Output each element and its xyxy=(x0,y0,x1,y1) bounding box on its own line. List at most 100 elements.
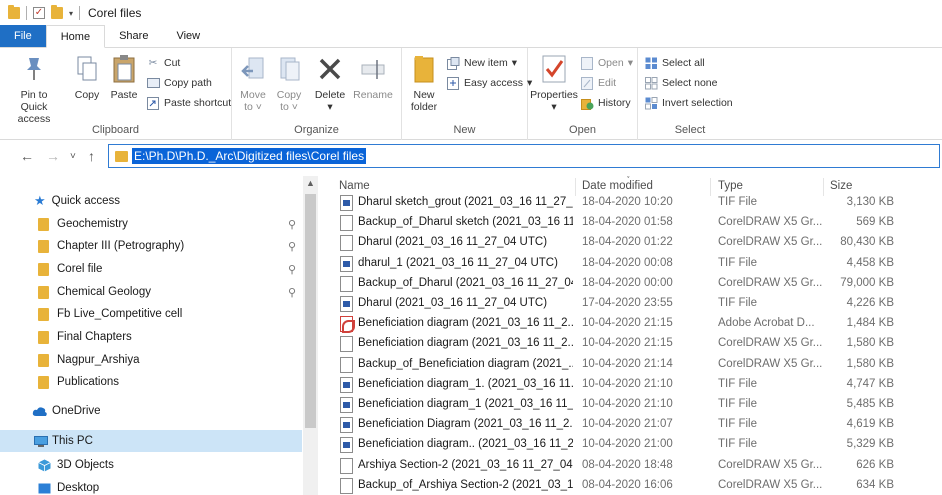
nav-this-pc[interactable]: This PC xyxy=(0,430,302,452)
nav-item-label: Nagpur_Arshiya xyxy=(57,354,140,366)
nav-item-corel-file[interactable]: Corel file ⚲ xyxy=(0,258,302,280)
file-size: 4,458 KB xyxy=(846,256,894,269)
file-name: Dharul (2021_03_16 11_27_04 UTC) xyxy=(358,297,548,309)
file-name: Beneficiation diagram.. (2021_03_16 11_2… xyxy=(358,438,573,451)
column-header-name[interactable]: Name xyxy=(339,180,370,192)
table-row[interactable]: Beneficiation diagram_1. (2021_03_16 11.… xyxy=(318,375,942,395)
rename-label: Rename xyxy=(353,89,393,101)
select-all-button[interactable]: Select all xyxy=(644,54,705,72)
document-icon xyxy=(340,336,353,353)
forward-arrow-icon[interactable]: → xyxy=(46,148,60,164)
properties-check-icon[interactable]: ✓ xyxy=(33,7,45,19)
cube-icon xyxy=(38,459,51,472)
invert-selection-button[interactable]: Invert selection xyxy=(644,94,733,112)
column-header-type[interactable]: Type xyxy=(718,180,743,192)
table-row[interactable]: Backup_of_Dharul sketch (2021_03_16 11..… xyxy=(318,213,942,233)
select-none-button[interactable]: Select none xyxy=(644,74,717,92)
tab-home[interactable]: Home xyxy=(45,25,106,48)
address-path[interactable]: E:\Ph.D\Ph.D._Arc\Digitized files\Corel … xyxy=(132,148,367,164)
file-date: 10-04-2020 21:15 xyxy=(582,317,673,330)
nav-item-publications[interactable]: Publications xyxy=(0,371,302,393)
move-to-button[interactable]: Move to ˅ xyxy=(238,52,268,113)
pin-icon[interactable]: ⚲ xyxy=(288,286,296,299)
copy-label: Copy xyxy=(74,89,100,101)
table-row[interactable]: Beneficiation Diagram (2021_03_16 11_2..… xyxy=(318,415,942,435)
tif-file-icon xyxy=(340,195,353,211)
navigation-scrollbar[interactable]: ▲ xyxy=(303,176,318,495)
edit-button[interactable]: Edit xyxy=(580,74,616,92)
cut-button[interactable]: ✂ Cut xyxy=(146,54,181,72)
back-arrow-icon[interactable]: ← xyxy=(20,148,34,164)
column-header-size[interactable]: Size xyxy=(830,180,852,192)
new-folder-quick-icon[interactable] xyxy=(51,5,63,19)
divider xyxy=(26,6,27,20)
delete-button[interactable]: Delete ▾ xyxy=(310,52,350,113)
file-name: Beneficiation diagram_1. (2021_03_16 11.… xyxy=(358,377,573,390)
file-date: 08-04-2020 18:48 xyxy=(582,458,673,471)
nav-3d-objects[interactable]: 3D Objects xyxy=(0,454,302,476)
table-row[interactable]: Dharul (2021_03_16 11_27_04 UTC) 18-04-20… xyxy=(318,233,942,253)
nav-onedrive[interactable]: OneDrive xyxy=(0,400,302,422)
easy-access-label: Easy access xyxy=(464,77,523,89)
nav-quick-access[interactable]: ★ Quick access xyxy=(0,190,302,212)
table-row[interactable]: Beneficiation diagram_1 (2021_03_16 11_.… xyxy=(318,395,942,415)
file-type: CorelDRAW X5 Gr... xyxy=(718,216,822,229)
scroll-up-arrow-icon[interactable]: ▲ xyxy=(306,178,315,188)
table-row[interactable]: dharul_1 (2021_03_16 11_27_04 UTC) 18-04-… xyxy=(318,254,942,274)
table-row[interactable]: Beneficiation diagram.. (2021_03_16 11_2… xyxy=(318,435,942,455)
properties-dropdown-arrow: ▾ xyxy=(551,101,557,113)
select-none-icon xyxy=(644,76,658,90)
recent-locations-chevron-icon[interactable]: ˅ xyxy=(70,151,76,162)
folder-icon xyxy=(38,285,49,299)
file-date: 18-04-2020 01:22 xyxy=(582,236,673,249)
folder-icon xyxy=(115,150,128,162)
pin-icon[interactable]: ⚲ xyxy=(288,263,296,276)
nav-item-nagpur-arshiya[interactable]: Nagpur_Arshiya xyxy=(0,349,302,371)
file-name: Beneficiation diagram (2021_03_16 11_2..… xyxy=(358,337,573,350)
new-item-button[interactable]: New item ▾ xyxy=(446,54,517,72)
nav-item-geochemistry[interactable]: Geochemistry ⚲ xyxy=(0,213,302,235)
new-folder-button[interactable]: New folder xyxy=(406,52,442,113)
file-type: CorelDRAW X5 Gr... xyxy=(718,478,822,491)
easy-access-button[interactable]: Easy access ▾ xyxy=(446,74,532,92)
rename-button[interactable]: Rename xyxy=(350,52,396,101)
pin-icon[interactable]: ⚲ xyxy=(288,218,296,231)
tab-view[interactable]: View xyxy=(162,25,214,47)
tab-share[interactable]: Share xyxy=(105,25,162,47)
open-group-label: Open xyxy=(569,124,596,136)
address-bar[interactable]: E:\Ph.D\Ph.D._Arc\Digitized files\Corel … xyxy=(108,144,940,168)
table-row[interactable]: Dharul sketch_grout (2021_03_16 11_27_0.… xyxy=(318,193,942,213)
table-row[interactable]: Backup_of_Dharul (2021_03_16 11_27_04 ..… xyxy=(318,274,942,294)
nav-item-chapter-iii[interactable]: Chapter III (Petrography) ⚲ xyxy=(0,235,302,257)
scrollbar-thumb[interactable] xyxy=(305,194,316,428)
paste-shortcut-button[interactable]: Paste shortcut xyxy=(146,94,231,112)
new-folder-label-2: folder xyxy=(410,101,438,113)
file-size: 1,484 KB xyxy=(846,317,894,330)
column-header-date[interactable]: Date modified xyxy=(582,180,653,192)
tab-file[interactable]: File xyxy=(0,25,46,47)
pin-to-quick-access-button[interactable]: Pin to Quick access xyxy=(6,52,62,125)
open-button[interactable]: Open ▾ xyxy=(580,54,633,72)
history-button[interactable]: History xyxy=(580,94,631,112)
copy-button[interactable]: Copy xyxy=(70,52,104,101)
table-row[interactable]: Beneficiation diagram (2021_03_16 11_2..… xyxy=(318,334,942,354)
table-row[interactable]: Backup_of_Arshiya Section-2 (2021_03_1..… xyxy=(318,476,942,495)
table-row[interactable]: Beneficiation diagram (2021_03_16 11_2..… xyxy=(318,314,942,334)
select-all-label: Select all xyxy=(662,57,705,69)
up-arrow-icon[interactable]: ↑ xyxy=(88,148,95,164)
nav-item-chemical-geology[interactable]: Chemical Geology ⚲ xyxy=(0,281,302,303)
nav-item-final-chapters[interactable]: Final Chapters xyxy=(0,326,302,348)
paste-button[interactable]: Paste xyxy=(106,52,142,101)
new-group: New folder New item ▾ Easy access ▾ New xyxy=(402,48,532,140)
nav-desktop[interactable]: Desktop xyxy=(0,477,302,495)
nav-item-fb-live[interactable]: Fb Live_Competitive cell xyxy=(0,303,302,325)
table-row[interactable]: Dharul (2021_03_16 11_27_04 UTC) 17-04-20… xyxy=(318,294,942,314)
pin-icon[interactable]: ⚲ xyxy=(288,240,296,253)
copy-to-button[interactable]: Copy to ˅ xyxy=(274,52,304,113)
file-type: CorelDRAW X5 Gr... xyxy=(718,458,822,471)
table-row[interactable]: Arshiya Section-2 (2021_03_16 11_27_04 .… xyxy=(318,456,942,476)
table-row[interactable]: Backup_of_Beneficiation diagram (2021_..… xyxy=(318,355,942,375)
copy-path-button[interactable]: Copy path xyxy=(146,74,212,92)
properties-button[interactable]: Properties ▾ xyxy=(530,52,578,113)
customize-quick-access-dropdown[interactable]: ▾ xyxy=(69,9,73,18)
